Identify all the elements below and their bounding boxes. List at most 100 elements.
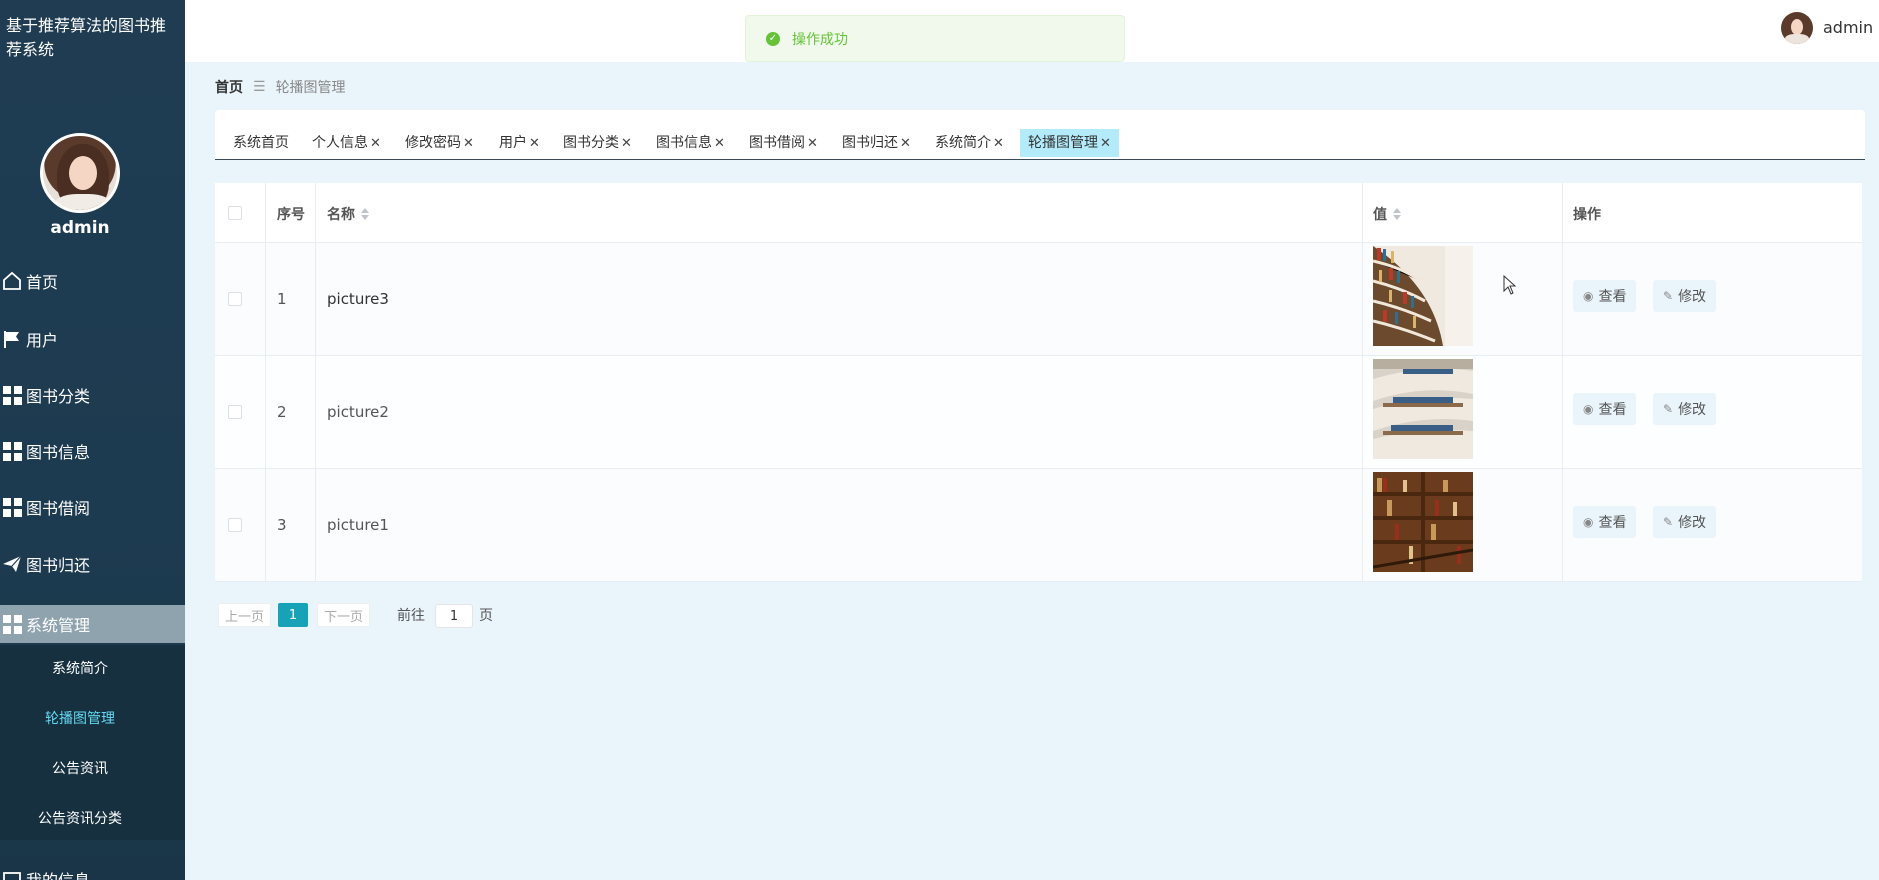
submenu-item-announcements[interactable]: 公告资讯	[0, 758, 160, 778]
carousel-table: 序号 名称 值 操作 1 picture3 ◉ 查看 ✎ 修改 2 picture2	[215, 183, 1862, 582]
column-divider	[265, 183, 266, 582]
tab-label: 图书信息	[656, 135, 712, 151]
tab-change-password[interactable]: 修改密码 ✕	[397, 129, 482, 157]
view-button[interactable]: ◉ 查看	[1573, 506, 1637, 538]
tabs-bar: 系统首页 个人信息 ✕ 修改密码 ✕ 用户 ✕ 图书分类 ✕ 图书信息 ✕ 图书借阅 ✕ 图…	[215, 110, 1865, 160]
header-name[interactable]: 名称	[327, 204, 369, 224]
edit-icon: ✎	[1663, 289, 1674, 303]
view-button[interactable]: ◉ 查看	[1573, 280, 1637, 312]
close-icon[interactable]: ✕	[900, 136, 911, 151]
sidebar-item-label: 我的信息	[26, 867, 90, 880]
button-label: 修改	[1678, 515, 1707, 531]
row-index: 1	[277, 290, 287, 308]
home-icon	[2, 271, 22, 291]
grid-icon	[2, 385, 22, 405]
sidebar-item-label: 图书分类	[26, 387, 91, 406]
prev-page-button[interactable]: 上一页	[218, 603, 271, 627]
sidebar-item-label: 用户	[26, 331, 59, 350]
sidebar-item-system[interactable]: 系统管理	[0, 605, 185, 643]
sort-icon[interactable]	[1393, 208, 1401, 220]
row-name: picture2	[327, 403, 389, 421]
page-jump-input[interactable]	[435, 604, 473, 628]
sidebar-item-book-category[interactable]: 图书分类	[0, 376, 185, 414]
eye-icon: ◉	[1583, 515, 1594, 529]
sidebar-item-label: 图书信息	[26, 443, 91, 462]
user-avatar[interactable]	[1781, 12, 1813, 44]
wooden-bookcase-image	[1373, 472, 1473, 572]
header-value[interactable]: 值	[1373, 204, 1401, 224]
close-icon[interactable]: ✕	[714, 136, 725, 151]
button-label: 修改	[1678, 289, 1707, 305]
mouse-cursor-icon	[1503, 274, 1517, 299]
tab-book-borrow[interactable]: 图书借阅 ✕	[741, 129, 826, 157]
column-divider	[315, 183, 316, 582]
header-actions: 操作	[1573, 207, 1601, 223]
sidebar-item-home[interactable]: 首页	[0, 262, 185, 300]
tab-label: 系统首页	[233, 135, 289, 151]
top-username[interactable]: admin	[1823, 18, 1873, 37]
submenu-item-carousel[interactable]: 轮播图管理	[0, 708, 160, 728]
page-number-1[interactable]: 1	[278, 603, 308, 627]
sidebar-item-book-return[interactable]: 图书归还	[0, 545, 185, 583]
tab-label: 系统简介	[935, 135, 991, 151]
sidebar-item-book-borrow[interactable]: 图书借阅	[0, 488, 185, 526]
sidebar-avatar	[40, 133, 120, 213]
page-suffix: 页	[479, 608, 493, 624]
sidebar-item-book-info[interactable]: 图书信息	[0, 432, 185, 470]
header-label: 值	[1373, 207, 1387, 223]
tab-book-category[interactable]: 图书分类 ✕	[555, 129, 640, 157]
edit-button[interactable]: ✎ 修改	[1653, 393, 1717, 425]
goto-label: 前往	[397, 608, 425, 624]
row-name: picture3	[327, 290, 389, 308]
tab-book-info[interactable]: 图书信息 ✕	[648, 129, 733, 157]
tab-label: 图书借阅	[749, 135, 805, 151]
send-icon	[2, 554, 22, 574]
sidebar-item-my-info[interactable]: 我的信息	[0, 864, 185, 880]
select-all-checkbox[interactable]	[228, 206, 242, 220]
button-label: 查看	[1598, 402, 1627, 418]
breadcrumb-home[interactable]: 首页	[215, 77, 243, 97]
tab-system-intro[interactable]: 系统简介 ✕	[927, 129, 1012, 157]
sidebar-item-users[interactable]: 用户	[0, 320, 185, 358]
header-label: 名称	[327, 207, 355, 223]
close-icon[interactable]: ✕	[529, 136, 540, 151]
bookshelf-image	[1373, 246, 1473, 346]
sort-icon[interactable]	[361, 208, 369, 220]
close-icon[interactable]: ✕	[463, 136, 474, 151]
close-icon[interactable]: ✕	[621, 136, 632, 151]
button-label: 查看	[1598, 289, 1627, 305]
tab-profile[interactable]: 个人信息 ✕	[304, 129, 389, 157]
tab-home[interactable]: 系统首页	[225, 129, 297, 157]
table-header	[215, 183, 1862, 243]
edit-button[interactable]: ✎ 修改	[1653, 280, 1717, 312]
grid-icon	[2, 614, 22, 634]
tab-users[interactable]: 用户 ✕	[491, 129, 548, 157]
next-page-button[interactable]: 下一页	[317, 603, 370, 627]
close-icon[interactable]: ✕	[1100, 136, 1111, 151]
flag-icon	[2, 329, 22, 349]
row-index: 2	[277, 403, 287, 421]
submenu-item-system-intro[interactable]: 系统简介	[0, 658, 160, 678]
column-divider	[1562, 183, 1563, 582]
row-checkbox[interactable]	[228, 292, 242, 306]
button-label: 查看	[1598, 515, 1627, 531]
edit-icon: ✎	[1663, 402, 1674, 416]
tab-label: 个人信息	[312, 135, 368, 151]
close-icon[interactable]: ✕	[370, 136, 381, 151]
sidebar-item-label: 图书借阅	[26, 499, 91, 518]
tab-carousel-management[interactable]: 轮播图管理 ✕	[1020, 129, 1119, 157]
row-checkbox[interactable]	[228, 518, 242, 532]
row-checkbox[interactable]	[228, 405, 242, 419]
close-icon[interactable]: ✕	[993, 136, 1004, 151]
sidebar: 基于推荐算法的图书推荐系统 admin 首页 用户 图书分类 图书信息 图书借阅…	[0, 0, 185, 880]
view-button[interactable]: ◉ 查看	[1573, 393, 1637, 425]
row-name: picture1	[327, 516, 389, 534]
tab-label: 修改密码	[405, 135, 461, 151]
tab-book-return[interactable]: 图书归还 ✕	[834, 129, 919, 157]
close-icon[interactable]: ✕	[807, 136, 818, 151]
menu-separator-icon: ☰	[253, 79, 266, 95]
edit-button[interactable]: ✎ 修改	[1653, 506, 1717, 538]
eye-icon: ◉	[1583, 402, 1594, 416]
grid-icon	[2, 441, 22, 461]
submenu-item-announcement-category[interactable]: 公告资讯分类	[0, 808, 160, 828]
